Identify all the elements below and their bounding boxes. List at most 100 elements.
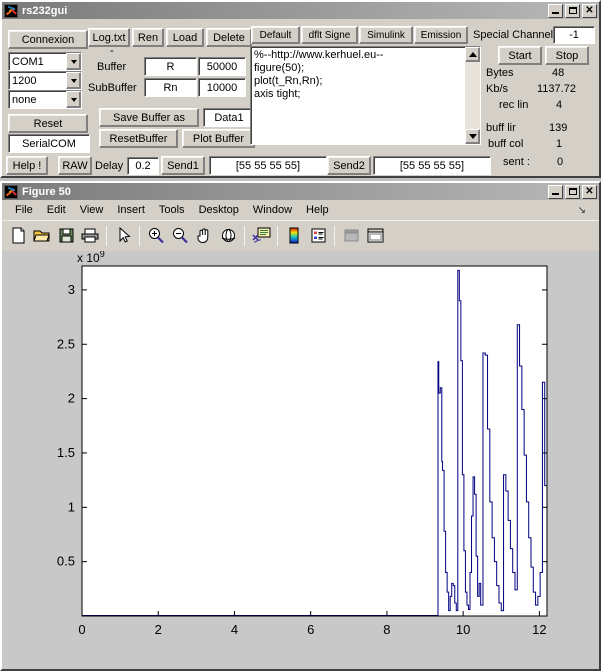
figure50-titlebar[interactable]: Figure 50 ✕ [2, 183, 599, 200]
x-tick-label: 6 [307, 622, 314, 637]
stat-value: 139 [549, 121, 568, 134]
plot-buffer-button[interactable]: Plot Buffer [182, 129, 255, 148]
baud-select[interactable]: 1200 [8, 71, 82, 90]
menu-file[interactable]: File [8, 202, 40, 218]
parity-select[interactable]: none [8, 90, 82, 109]
subbuffer-name-field[interactable]: Rn [144, 78, 197, 97]
menu-insert[interactable]: Insert [110, 202, 152, 218]
default-button[interactable]: Default [251, 26, 300, 44]
figure-menubar: File Edit View Insert Tools Desktop Wind… [2, 200, 599, 220]
stat-label: sent : [503, 155, 530, 168]
y-tick-label: 2.5 [57, 336, 75, 351]
stat-label: buff lir [486, 121, 516, 134]
close-icon: ✕ [585, 185, 594, 197]
help-button[interactable]: Help ! [6, 156, 48, 175]
x-tick-label: 2 [155, 622, 162, 637]
plot-canvas[interactable]: 0 2 4 6 8 10 120.511.522.53x 109 [2, 251, 599, 669]
stat-label: rec lin [499, 98, 529, 111]
y-tick-label: 0.5 [57, 554, 75, 569]
chevron-down-icon[interactable] [66, 53, 81, 70]
code-editor[interactable]: %--http://www.kerhuel.eu-- figure(50); plo… [250, 46, 481, 145]
code-line: figure(50); [254, 62, 305, 74]
send2-button[interactable]: Send2 [327, 156, 371, 175]
rs232gui-title: rs232gui [22, 4, 68, 17]
legend-icon[interactable] [306, 224, 330, 248]
rotate-3d-icon[interactable] [216, 224, 240, 248]
buffer-size-field[interactable]: 50000 [198, 57, 246, 76]
ren-button[interactable]: Ren [132, 28, 164, 47]
zoom-out-icon[interactable] [168, 224, 192, 248]
stat-value: 48 [552, 66, 565, 79]
dash-label: - [110, 45, 114, 57]
maximize-button[interactable] [565, 184, 580, 199]
menu-window[interactable]: Window [246, 202, 299, 218]
delay-field[interactable]: 0.2 [127, 157, 159, 175]
simulink-button[interactable]: Simulink [359, 26, 413, 44]
special-channel-field[interactable]: -1 [553, 26, 595, 44]
port-select[interactable]: COM1 [8, 52, 82, 71]
buffer-name-field[interactable]: R [144, 57, 197, 76]
dflt-signe-button[interactable]: dflt Signe [301, 26, 358, 44]
send2-value-field[interactable]: [55 55 55 55] [373, 156, 491, 175]
show-plot-tools-icon[interactable] [363, 224, 387, 248]
serial-name-field[interactable]: SerialCOM [8, 134, 90, 153]
dock-arrow-icon[interactable]: ↘ [571, 203, 593, 218]
save-buffer-as-button[interactable]: Save Buffer as [99, 108, 199, 127]
connexion-button[interactable]: Connexion [8, 30, 88, 49]
menu-tools[interactable]: Tools [152, 202, 192, 218]
maximize-button[interactable] [565, 3, 580, 18]
delete-button[interactable]: Delete [206, 28, 252, 47]
send1-value-field[interactable]: [55 55 55 55] [209, 156, 327, 175]
scroll-up-button[interactable] [465, 47, 480, 62]
chevron-up-icon [468, 52, 477, 57]
menu-desktop[interactable]: Desktop [192, 202, 246, 218]
close-button[interactable]: ✕ [582, 3, 597, 18]
subbuffer-size-field[interactable]: 10000 [198, 78, 246, 97]
log-button[interactable]: Log.txt [88, 28, 130, 47]
close-icon: ✕ [585, 4, 594, 16]
code-line: plot(t_Rn,Rn); [254, 75, 323, 87]
scroll-down-button[interactable] [465, 129, 480, 144]
reset-buffer-button[interactable]: ResetBuffer [99, 129, 178, 148]
x-tick-label: 4 [231, 622, 238, 637]
pan-icon[interactable] [192, 224, 216, 248]
menu-view[interactable]: View [73, 202, 111, 218]
minimize-button[interactable] [548, 3, 563, 18]
save-figure-icon[interactable] [54, 224, 78, 248]
hide-plot-tools-icon[interactable] [339, 224, 363, 248]
toolbar-separator [334, 225, 335, 246]
stat-row: Kb/s 1137.72 [486, 81, 601, 96]
close-button[interactable]: ✕ [582, 184, 597, 199]
rs232gui-titlebar[interactable]: rs232gui ✕ [2, 2, 599, 19]
stop-button[interactable]: Stop [545, 46, 589, 65]
chevron-down-icon[interactable] [66, 91, 81, 108]
stat-label: Bytes [486, 66, 514, 79]
chevron-down-icon[interactable] [66, 72, 81, 89]
minimize-button[interactable] [548, 184, 563, 199]
new-figure-icon[interactable] [6, 224, 30, 248]
menu-help[interactable]: Help [299, 202, 336, 218]
x-tick-label: 12 [532, 622, 546, 637]
save-buffer-name-field[interactable]: Data1 [203, 108, 255, 127]
stat-value: 1137.72 [537, 82, 576, 95]
special-channel-label: Special Channel [473, 29, 554, 41]
code-editor-scrollbar[interactable] [465, 47, 480, 144]
emission-button[interactable]: Emission [414, 26, 468, 44]
menu-edit[interactable]: Edit [40, 202, 73, 218]
stat-row: buff lir 139 [486, 120, 601, 135]
y-tick-label: 2 [68, 391, 75, 406]
open-file-icon[interactable] [30, 224, 54, 248]
zoom-in-icon[interactable] [144, 224, 168, 248]
reset-button[interactable]: Reset [8, 114, 88, 133]
raw-button[interactable]: RAW [58, 156, 92, 175]
minimize-icon [552, 193, 559, 195]
send1-button[interactable]: Send1 [161, 156, 205, 175]
start-button[interactable]: Start [498, 46, 542, 65]
edit-plot-arrow-icon[interactable] [111, 224, 135, 248]
insert-colorbar-data-cursor-icon[interactable] [249, 224, 273, 248]
subbuffer-label: SubBuffer [88, 81, 137, 94]
load-button[interactable]: Load [166, 28, 204, 47]
print-figure-icon[interactable] [78, 224, 102, 248]
colorbar-icon[interactable] [282, 224, 306, 248]
figure-plot-area[interactable]: 0 2 4 6 8 10 12 0.5 1 1.5 2 2.5 3 x 109 [2, 251, 599, 669]
